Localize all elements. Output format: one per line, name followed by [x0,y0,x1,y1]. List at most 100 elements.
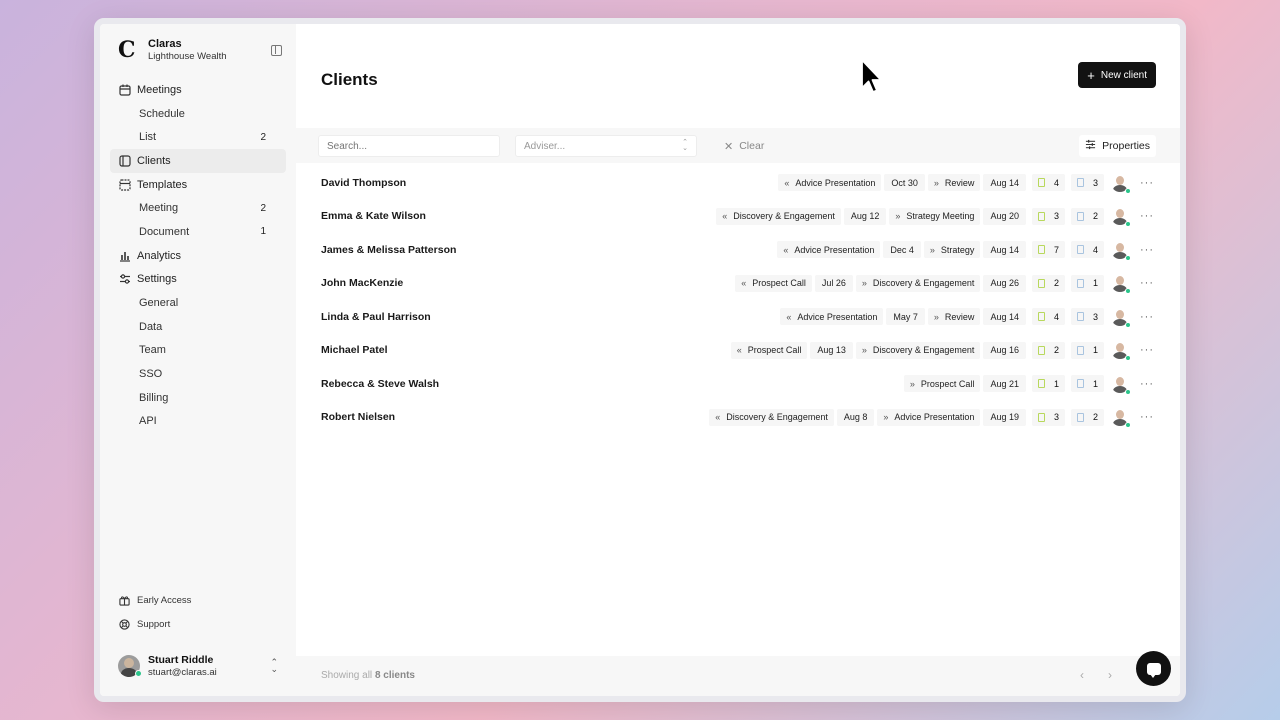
meeting-type-pill[interactable]: « Advice Presentation [780,308,884,326]
file-doc-icon [1076,278,1084,288]
client-name[interactable]: John MacKenzie [321,277,403,289]
client-name[interactable]: James & Melissa Patterson [321,244,456,256]
meeting-type-pill[interactable]: « Prospect Call [730,341,808,359]
sidebar-item-data[interactable]: Data [110,315,286,339]
sidebar-item-document-templates[interactable]: Document 1 [110,220,286,244]
chat-support-button[interactable] [1136,651,1171,686]
notes-count-badge[interactable]: 4 [1031,308,1065,326]
adviser-avatar[interactable] [1111,375,1131,395]
file-doc-icon [1076,178,1084,188]
more-options-icon[interactable]: ··· [1140,244,1154,256]
documents-count-badge[interactable]: 3 [1070,308,1104,326]
more-options-icon[interactable]: ··· [1140,344,1154,356]
adviser-select[interactable]: Adviser... ⌃ ⌄ [515,135,697,157]
user-menu[interactable]: Stuart Riddle stuart@claras.ai ⌃ ⌄ [110,646,286,686]
more-options-icon[interactable]: ··· [1140,177,1154,189]
adviser-avatar[interactable] [1111,308,1131,328]
documents-count-badge[interactable]: 2 [1070,207,1104,225]
sidebar-item-meeting-templates[interactable]: Meeting 2 [110,196,286,220]
sidebar-item-schedule[interactable]: Schedule [110,102,286,126]
sidebar-item-templates[interactable]: Templates [110,173,286,197]
client-name[interactable]: Emma & Kate Wilson [321,210,426,222]
support-link[interactable]: Support [110,612,286,636]
meeting-type-pill[interactable]: » Strategy Meeting [889,207,981,225]
meeting-type-pill[interactable]: « Advice Presentation [777,241,881,259]
more-options-icon[interactable]: ··· [1140,378,1154,390]
adviser-avatar[interactable] [1111,241,1131,261]
documents-count-badge[interactable]: 3 [1070,174,1104,192]
meeting-type-pill[interactable]: » Discovery & Engagement [855,274,981,292]
filter-toolbar: Adviser... ⌃⌄ ✕ Clear Properties [296,128,1180,163]
meeting-type-pill[interactable]: » Strategy [923,241,981,259]
notes-count-badge[interactable]: 7 [1031,241,1065,259]
meeting-type-pill[interactable]: » Advice Presentation [877,408,981,426]
chevron-right-icon[interactable]: › [1108,668,1112,682]
sidebar-item-meetings[interactable]: Meetings [110,78,286,102]
table-footer: Showing all 8 clients ‹ › [296,656,1180,696]
notes-count-badge[interactable]: 4 [1031,174,1065,192]
adviser-avatar[interactable] [1111,408,1131,429]
documents-count-badge[interactable]: 2 [1070,408,1104,426]
notes-doc-icon [1037,178,1045,188]
more-options-icon[interactable]: ··· [1140,411,1154,423]
sidebar-item-general[interactable]: General [110,291,286,315]
notes-count-badge[interactable]: 2 [1031,341,1065,359]
client-name[interactable]: David Thompson [321,177,406,189]
sidebar-item-sso[interactable]: SSO [110,362,286,386]
meeting-type-pill[interactable]: « Prospect Call [735,274,812,292]
meeting-type-pill[interactable]: « Discovery & Engagement [716,207,841,225]
table-row[interactable]: Linda & Paul Harrison « Advice Presentatio… [296,300,1180,334]
chevron-up-down-icon[interactable]: ⌃ ⌄ [270,658,278,674]
sidebar-item-label: Meeting [139,202,179,215]
meeting-type-pill[interactable]: « Advice Presentation [778,174,882,192]
search-input[interactable] [318,135,500,157]
sidebar-item-settings[interactable]: Settings [110,268,286,292]
table-row[interactable]: David Thompson « Advice Presentation Oct 30… [296,166,1180,200]
notes-count-badge[interactable]: 2 [1031,274,1065,292]
client-name[interactable]: Michael Patel [321,344,388,356]
more-options-icon[interactable]: ··· [1140,311,1154,323]
documents-count-badge[interactable]: 1 [1070,375,1104,393]
adviser-avatar[interactable] [1111,207,1131,228]
sidebar-item-team[interactable]: Team [110,339,286,363]
sidebar-item-billing[interactable]: Billing [110,386,286,410]
notes-count-badge[interactable]: 3 [1031,408,1065,426]
clear-filters-button[interactable]: ✕ Clear [724,135,764,157]
sidebar-item-clients[interactable]: Clients [110,149,286,173]
table-row[interactable]: Emma & Kate Wilson « Discovery & Engagemen… [296,200,1180,234]
adviser-avatar[interactable] [1111,174,1131,194]
table-row[interactable]: John MacKenzie « Prospect Call Jul 26 » Disco… [296,267,1180,301]
collapse-sidebar-icon[interactable] [271,45,282,56]
documents-count-badge[interactable]: 1 [1070,341,1104,359]
sidebar-item-analytics[interactable]: Analytics [110,244,286,268]
adviser-avatar[interactable] [1111,341,1131,362]
meeting-type-pill[interactable]: » Prospect Call [903,375,981,393]
notes-count-badge[interactable]: 1 [1031,375,1065,393]
meeting-type-pill[interactable]: » Review [927,174,981,192]
brand-name: Claras [148,38,182,50]
sidebar-item-list[interactable]: List 2 [110,125,286,149]
documents-count-badge[interactable]: 4 [1070,241,1104,259]
client-name[interactable]: Rebecca & Steve Walsh [321,378,439,390]
adviser-avatar[interactable] [1111,274,1131,295]
chevron-left-icon[interactable]: ‹ [1080,668,1084,682]
table-row[interactable]: Robert Nielsen « Discovery & Engagement Aug… [296,401,1180,435]
meeting-type-pill[interactable]: « Discovery & Engagement [709,408,834,426]
meeting-type-pill[interactable]: » Discovery & Engagement [855,341,981,359]
documents-count-badge[interactable]: 1 [1070,274,1104,292]
client-name[interactable]: Linda & Paul Harrison [321,311,431,323]
new-client-button[interactable]: + New client [1078,62,1156,88]
count: 4 [1053,311,1059,322]
table-row[interactable]: Michael Patel « Prospect Call Aug 13 » Discov… [296,334,1180,368]
early-access-link[interactable]: Early Access [110,588,286,612]
properties-button[interactable]: Properties [1079,135,1156,157]
client-name[interactable]: Robert Nielsen [321,411,395,423]
more-options-icon[interactable]: ··· [1140,210,1154,222]
notes-count-badge[interactable]: 3 [1031,207,1065,225]
file-doc-icon [1076,379,1084,389]
table-row[interactable]: James & Melissa Patterson « Advice Present… [296,233,1180,267]
meeting-type-pill[interactable]: » Review [927,308,981,326]
sidebar-item-api[interactable]: API [110,410,286,434]
table-row[interactable]: Rebecca & Steve Walsh » Prospect Call Aug 2… [296,367,1180,401]
more-options-icon[interactable]: ··· [1140,277,1154,289]
